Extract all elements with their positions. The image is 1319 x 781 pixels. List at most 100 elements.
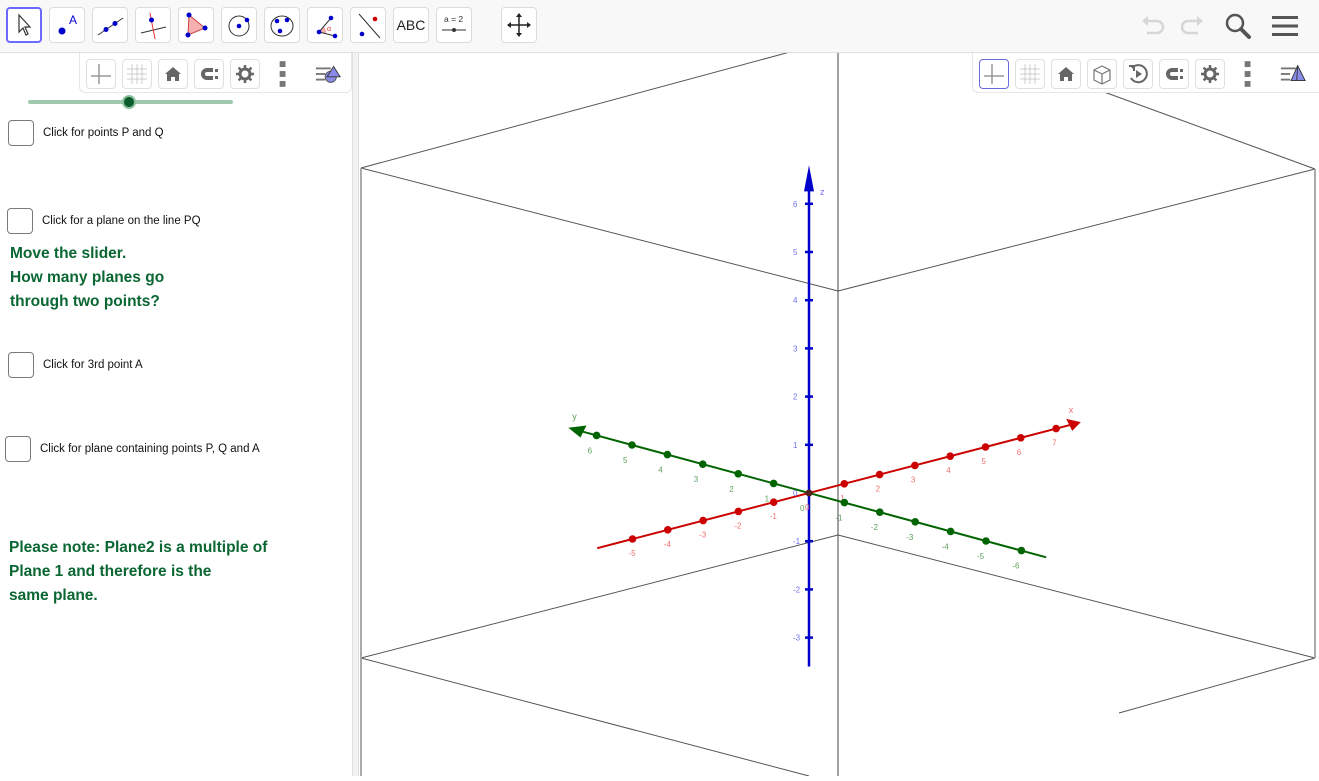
z-axis-label: z xyxy=(820,187,825,197)
z-tick-label: -1 xyxy=(793,537,801,546)
svg-text:α: α xyxy=(327,26,331,33)
view-toggle-button[interactable] xyxy=(313,59,343,89)
x-tick-point xyxy=(628,535,637,543)
instruction-text: Move the slider. How many planes go thro… xyxy=(10,242,164,314)
point-capturing-button[interactable] xyxy=(194,59,224,89)
y-axis-line xyxy=(582,430,1047,559)
x-axis-label: x xyxy=(1069,405,1074,415)
z-tick-label: 5 xyxy=(793,248,798,257)
checkbox-points-p-q[interactable] xyxy=(8,120,34,146)
search-button[interactable] xyxy=(1222,10,1254,42)
checkbox-third-point[interactable] xyxy=(8,352,34,378)
more-options-button[interactable] xyxy=(1232,59,1262,89)
graphics-stylebar xyxy=(79,53,352,93)
instruction-line-2: How many planes go xyxy=(10,269,165,286)
y-tick-point xyxy=(876,508,884,516)
y-tick-point xyxy=(840,498,849,507)
graphics-view-2d[interactable] xyxy=(0,53,352,776)
geometry-view-icon xyxy=(315,65,341,83)
line-tool-button[interactable] xyxy=(92,7,128,43)
text-tool-button[interactable]: ABC xyxy=(393,7,429,43)
circle-tool-button[interactable] xyxy=(221,7,257,43)
perpendicular-line-icon xyxy=(140,12,167,40)
x-tick-point xyxy=(664,526,672,534)
x-tick-point xyxy=(734,507,743,516)
y-tick-label: 0 xyxy=(800,504,805,513)
graphics3d-stylebar xyxy=(972,53,1319,93)
checkbox-plane-pqa[interactable] xyxy=(5,436,31,462)
x-tick-point xyxy=(1052,424,1060,433)
y-tick-label: -3 xyxy=(906,533,914,542)
toggle-grid-button[interactable] xyxy=(122,59,152,89)
home-view-button[interactable] xyxy=(158,59,188,89)
point-tool-button[interactable]: A xyxy=(49,7,85,43)
box-edge xyxy=(360,657,810,777)
y-tick-point xyxy=(663,450,672,459)
y-tick-point xyxy=(628,441,636,449)
angle-tool-button[interactable]: α xyxy=(307,7,343,43)
z-axis-arrow xyxy=(804,165,814,192)
y-tick-point xyxy=(1017,546,1026,555)
angle-icon: α xyxy=(316,15,338,39)
magnet-icon xyxy=(201,68,218,80)
circle-three-points-tool-button[interactable] xyxy=(264,7,300,43)
x-tick-label: 7 xyxy=(1052,439,1057,448)
x-tick-label: -1 xyxy=(770,512,778,521)
polygon-tool-button[interactable] xyxy=(178,7,214,43)
view-toggle-button[interactable] xyxy=(1278,59,1308,89)
slider-tool-button[interactable]: a = 2 xyxy=(436,7,472,43)
x-tick-point xyxy=(946,452,954,461)
x-tick-label: -4 xyxy=(664,540,672,549)
graphics-view-3d[interactable]: -5 -4 -3 -2 -1 0 1 2 3 4 5 6 7 x 6 5 4 3 2 1 0 -1 -2 -3 -4 -5 -6 y 6… xyxy=(359,38,1319,777)
toggle-axes-button[interactable] xyxy=(86,59,116,89)
y-tick-label: 2 xyxy=(729,485,734,494)
search-icon xyxy=(1225,13,1251,39)
x-tick-point xyxy=(840,480,849,488)
move-view-tool-button[interactable] xyxy=(501,7,537,43)
view-in-front-button[interactable] xyxy=(1087,59,1117,89)
pyramid-view-icon xyxy=(1280,64,1306,81)
checkbox-label-plane-on-line: Click for a plane on the line PQ xyxy=(42,215,201,227)
move-tool-button[interactable] xyxy=(6,7,42,43)
y-tick-point xyxy=(946,527,955,536)
redo-icon xyxy=(1180,16,1203,35)
undo-icon xyxy=(1142,16,1165,35)
circle-center-point-icon xyxy=(228,15,250,37)
toggle-axes-button[interactable] xyxy=(979,59,1009,89)
z-tick-label: 0 xyxy=(793,489,798,498)
main-toolbar: A α ABC a = 2 xyxy=(0,0,1319,53)
box-edge xyxy=(360,167,839,292)
y-tick-point xyxy=(699,460,707,469)
settings-button[interactable] xyxy=(1195,59,1225,89)
grid-icon xyxy=(1020,64,1040,84)
rotate-view-button[interactable] xyxy=(1123,59,1153,89)
polygon-icon xyxy=(185,12,208,38)
x-tick-point xyxy=(981,443,990,451)
origin-point xyxy=(805,489,813,497)
z-tick-label: 6 xyxy=(793,200,798,209)
checkbox-label-points-p-q: Click for points P and Q xyxy=(43,127,164,139)
point-capturing-button[interactable] xyxy=(1159,59,1189,89)
text-icon: ABC xyxy=(396,17,426,33)
undo-button[interactable] xyxy=(1138,10,1170,42)
perpendicular-line-tool-button[interactable] xyxy=(135,7,171,43)
3d-canvas[interactable]: -5 -4 -3 -2 -1 0 1 2 3 4 5 6 7 x 6 5 4 3 2 1 0 -1 -2 -3 -4 -5 -6 y 6… xyxy=(359,38,1319,777)
redo-button[interactable] xyxy=(1175,10,1207,42)
main-menu-button[interactable] xyxy=(1269,10,1301,42)
x-tick-label: -2 xyxy=(734,521,742,530)
panel-divider[interactable] xyxy=(352,53,359,776)
z-tick-label: 2 xyxy=(793,393,798,402)
reflect-tool-button[interactable] xyxy=(350,7,386,43)
point-a-icon: A xyxy=(58,13,77,35)
more-vertical-icon xyxy=(279,61,286,87)
toggle-grid-button[interactable] xyxy=(1015,59,1045,89)
home-view-button[interactable] xyxy=(1051,59,1081,89)
settings-button[interactable] xyxy=(230,59,260,89)
svg-text:A: A xyxy=(69,13,77,27)
box-edge xyxy=(837,168,1316,292)
axes-icon xyxy=(984,64,1004,84)
slider-handle[interactable] xyxy=(122,95,136,109)
home-icon xyxy=(165,67,181,81)
checkbox-plane-on-line[interactable] xyxy=(7,208,33,234)
more-options-button[interactable] xyxy=(267,59,297,89)
